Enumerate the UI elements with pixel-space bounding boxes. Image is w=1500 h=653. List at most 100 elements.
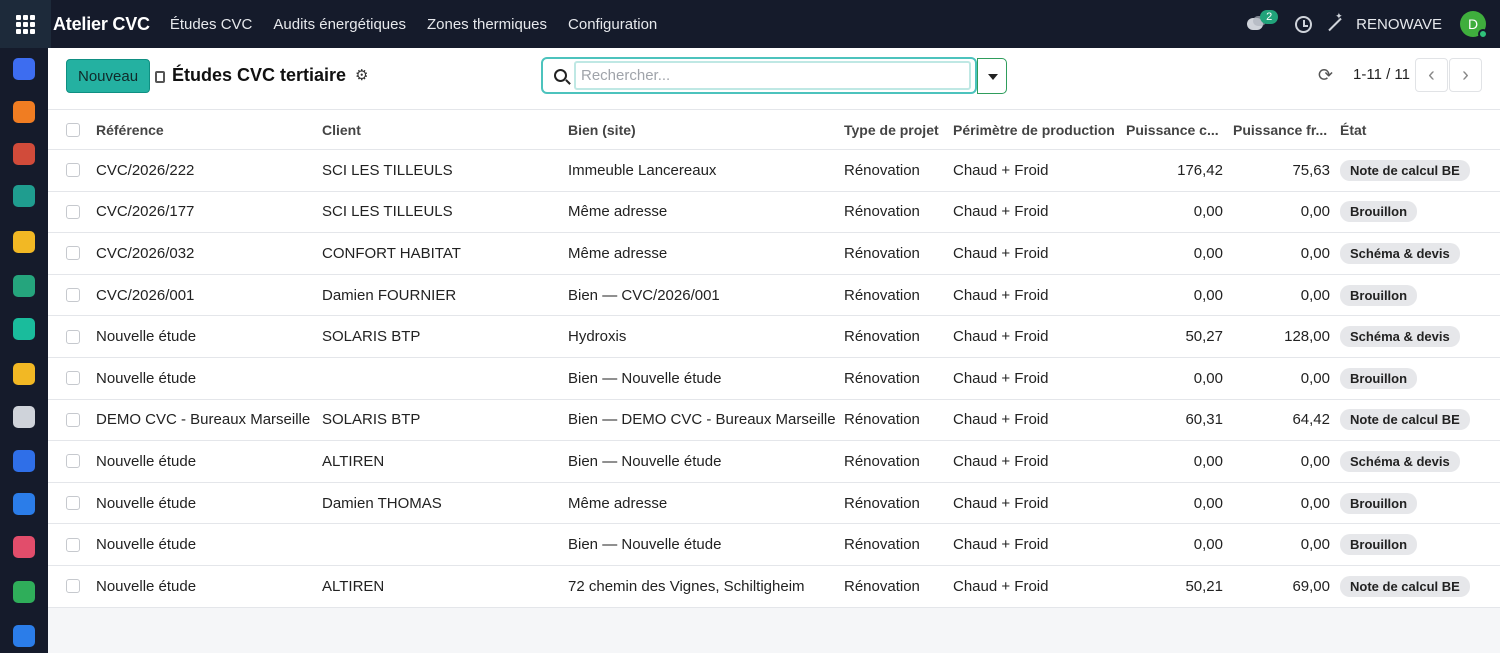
- cell-heating-power: 0,00: [1193, 494, 1223, 512]
- calendar-icon[interactable]: [13, 493, 35, 515]
- row-checkbox[interactable]: [66, 371, 80, 386]
- magic-wand-icon[interactable]: [1326, 11, 1344, 33]
- cell-state: Note de calcul BE: [1340, 566, 1490, 607]
- cell-project-type: Rénovation: [844, 161, 920, 179]
- menu-zones[interactable]: Zones thermiques: [427, 16, 547, 33]
- pager-next-button[interactable]: ›: [1449, 58, 1482, 92]
- row-checkbox[interactable]: [66, 579, 80, 594]
- cell-state: Schéma & devis: [1340, 316, 1490, 357]
- app-brand[interactable]: Atelier CVC: [53, 14, 150, 35]
- menu-configuration[interactable]: Configuration: [568, 16, 657, 33]
- cell-production-scope: Chaud + Froid: [953, 161, 1049, 179]
- row-checkbox[interactable]: [66, 163, 80, 178]
- cell-cooling-power: 0,00: [1300, 244, 1330, 262]
- apps-menu-button[interactable]: [0, 0, 51, 48]
- cell-cooling-power: 128,00: [1284, 328, 1330, 346]
- row-checkbox[interactable]: [66, 204, 80, 219]
- table-row[interactable]: CVC/2026/177 SCI LES TILLEULS Même adresse…: [48, 191, 1500, 234]
- row-checkbox[interactable]: [66, 246, 80, 261]
- cell-heating-power: 0,00: [1193, 452, 1223, 470]
- search-input[interactable]: [574, 61, 971, 90]
- cell-heating-power: 0,00: [1193, 286, 1223, 304]
- cell-project-type: Rénovation: [844, 411, 920, 429]
- dashboard-icon[interactable]: [13, 536, 35, 558]
- table-row[interactable]: Nouvelle étude Bien — Nouvelle étude Rénov…: [48, 524, 1500, 566]
- cell-production-scope: Chaud + Froid: [953, 244, 1049, 262]
- row-checkbox[interactable]: [66, 288, 80, 303]
- triangle-icon[interactable]: [13, 318, 35, 340]
- col-header-client[interactable]: Client: [322, 110, 562, 149]
- calendar-31-icon[interactable]: [13, 143, 35, 165]
- col-header-reference[interactable]: Référence: [96, 110, 316, 149]
- table-row[interactable]: Nouvelle étude Bien — Nouvelle étude Rénov…: [48, 357, 1500, 400]
- bank-icon[interactable]: [13, 406, 35, 428]
- col-header-production-scope[interactable]: Périmètre de production: [953, 110, 1123, 149]
- gear-icon[interactable]: ⚙: [355, 66, 368, 84]
- table-row[interactable]: CVC/2026/032 CONFORT HABITAT Même adresse R…: [48, 233, 1500, 275]
- row-checkbox[interactable]: [66, 329, 80, 344]
- row-checkbox[interactable]: [66, 496, 80, 511]
- company-switcher[interactable]: RENOWAVE: [1356, 16, 1442, 33]
- pen-icon[interactable]: [13, 185, 35, 207]
- pager-previous-button[interactable]: ‹: [1415, 58, 1448, 92]
- cell-state: Brouillon: [1340, 358, 1490, 399]
- cell-project-type: Rénovation: [844, 203, 920, 221]
- user-avatar[interactable]: D: [1460, 11, 1488, 39]
- table-row[interactable]: Nouvelle étude SOLARIS BTP Hydroxis Rénovat…: [48, 316, 1500, 358]
- row-checkbox[interactable]: [66, 537, 80, 552]
- select-all-checkbox[interactable]: [66, 122, 80, 137]
- table-row[interactable]: CVC/2026/001 Damien FOURNIER Bien — CVC/20…: [48, 274, 1500, 317]
- cell-site: Bien — DEMO CVC - Bureaux Marseille: [568, 411, 836, 429]
- menu-etudes-cvc[interactable]: Études CVC: [170, 16, 253, 33]
- cell-reference: DEMO CVC - Bureaux Marseille: [96, 411, 311, 429]
- cell-heating-power: 0,00: [1193, 244, 1223, 262]
- cell-site: Bien — CVC/2026/001: [568, 286, 720, 304]
- cell-state: Brouillon: [1340, 524, 1490, 565]
- cell-production-scope: Chaud + Froid: [953, 369, 1049, 387]
- new-button[interactable]: Nouveau: [66, 59, 151, 93]
- cell-client: ALTIREN: [322, 452, 385, 470]
- table-row[interactable]: Nouvelle étude ALTIREN Bien — Nouvelle étu…: [48, 441, 1500, 483]
- disc-2-icon[interactable]: [13, 363, 35, 385]
- cell-client: SCI LES TILLEULS: [322, 203, 453, 221]
- table-row[interactable]: CVC/2026/222 SCI LES TILLEULS Immeuble Lan…: [48, 150, 1500, 192]
- records-table: Référence Client Bien (site) Type de pro…: [48, 110, 1500, 608]
- messages-button[interactable]: 2: [1247, 10, 1279, 34]
- search-options-dropdown[interactable]: [977, 58, 1007, 94]
- app-green-icon[interactable]: [13, 581, 35, 603]
- table-row[interactable]: DEMO CVC - Bureaux Marseille SOLARIS BTP B…: [48, 399, 1500, 442]
- cell-reference: CVC/2026/032: [96, 244, 195, 262]
- app-blue-icon[interactable]: [13, 58, 35, 80]
- status-badge: Schéma & devis: [1340, 450, 1460, 472]
- cell-state: Note de calcul BE: [1340, 150, 1490, 191]
- cell-reference: CVC/2026/222: [96, 161, 195, 179]
- disc-icon[interactable]: [13, 231, 35, 253]
- cell-site: 72 chemin des Vignes, Schiltigheim: [568, 577, 805, 595]
- cell-project-type: Rénovation: [844, 369, 920, 387]
- menu-audits[interactable]: Audits énergétiques: [273, 16, 406, 33]
- cell-project-type: Rénovation: [844, 536, 920, 554]
- col-header-site[interactable]: Bien (site): [568, 110, 838, 149]
- col-header-heating-power[interactable]: Puissance c...: [1126, 110, 1226, 149]
- app-square-blue-icon[interactable]: [13, 450, 35, 472]
- app-orange-icon[interactable]: [13, 101, 35, 123]
- table-row[interactable]: Nouvelle étude ALTIREN 72 chemin des Vigne…: [48, 565, 1500, 608]
- cell-project-type: Rénovation: [844, 577, 920, 595]
- status-badge: Note de calcul BE: [1340, 575, 1470, 597]
- cell-heating-power: 50,27: [1185, 328, 1223, 346]
- cell-project-type: Rénovation: [844, 328, 920, 346]
- col-header-state[interactable]: État: [1340, 110, 1460, 149]
- page-title: Études CVC tertiaire: [172, 65, 347, 85]
- refresh-icon[interactable]: ⟳: [1318, 65, 1333, 86]
- cell-site: Même adresse: [568, 494, 668, 512]
- activity-clock-icon[interactable]: [1295, 15, 1313, 33]
- col-header-cooling-power[interactable]: Puissance fr...: [1233, 110, 1333, 149]
- contacts-icon[interactable]: [13, 275, 35, 297]
- pager-value[interactable]: 1-11 / 11: [1353, 66, 1410, 83]
- col-header-project-type[interactable]: Type de projet: [844, 110, 944, 149]
- row-checkbox[interactable]: [66, 454, 80, 469]
- table-row[interactable]: Nouvelle étude Damien THOMAS Même adresse R…: [48, 482, 1500, 525]
- calendar-2-icon[interactable]: [13, 625, 35, 647]
- row-checkbox[interactable]: [66, 412, 80, 427]
- cell-reference: CVC/2026/001: [96, 286, 195, 304]
